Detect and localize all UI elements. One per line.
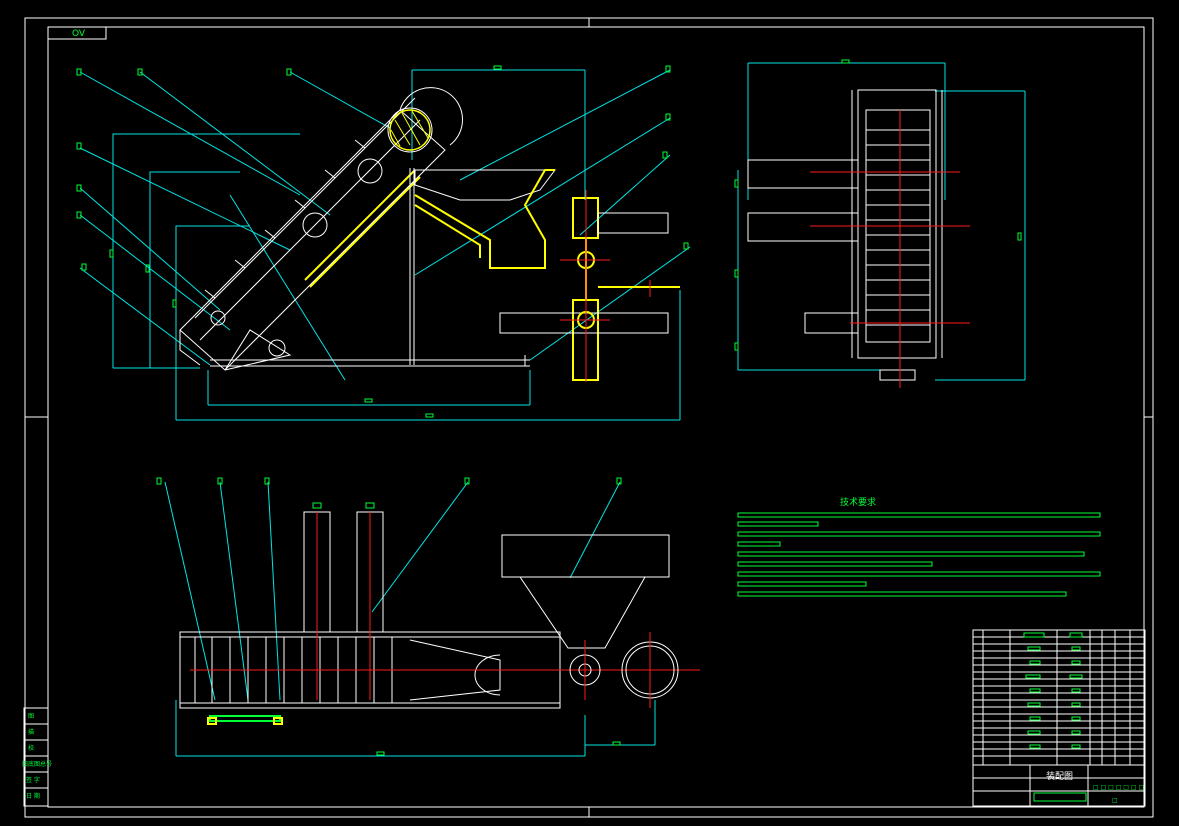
side-view-slats <box>866 129 930 326</box>
side-view <box>734 59 1026 388</box>
side-stamp-4: 签 字 <box>26 776 40 784</box>
title-block: 装配图 □ □ □ □ □ □ □ □ <box>973 765 1145 806</box>
side-stamp-2: 校 <box>28 744 34 752</box>
view-tag: OV <box>47 26 107 40</box>
side-stamp-1: 描 <box>28 728 34 736</box>
top-view <box>156 477 700 757</box>
notes-title: 技术要求 <box>840 496 876 508</box>
title-block-code: □ □ □ □ □ □ □ <box>1093 784 1144 791</box>
side-stamp-0: 图 <box>28 713 34 720</box>
front-view <box>76 65 691 421</box>
sheet-border <box>24 17 1154 818</box>
view-tag-text: OV <box>72 29 86 39</box>
side-stamp: 图 描 校 旧底图总号 签 字 日 期 <box>22 707 52 807</box>
cad-drawing-canvas: OV 技术要求 装配图 □ □ □ □ □ □ □ □ 图 描 校 旧底图总号 … <box>22 17 1154 818</box>
title-block-number: □ <box>1112 797 1118 804</box>
parts-list-entries <box>1023 632 1083 749</box>
belt-cleats <box>204 139 366 299</box>
side-stamp-3: 旧底图总号 <box>22 760 52 768</box>
title-block-name: 装配图 <box>1046 770 1073 782</box>
side-stamp-5: 日 期 <box>26 792 40 800</box>
technical-notes: 技术要求 <box>737 496 1101 597</box>
